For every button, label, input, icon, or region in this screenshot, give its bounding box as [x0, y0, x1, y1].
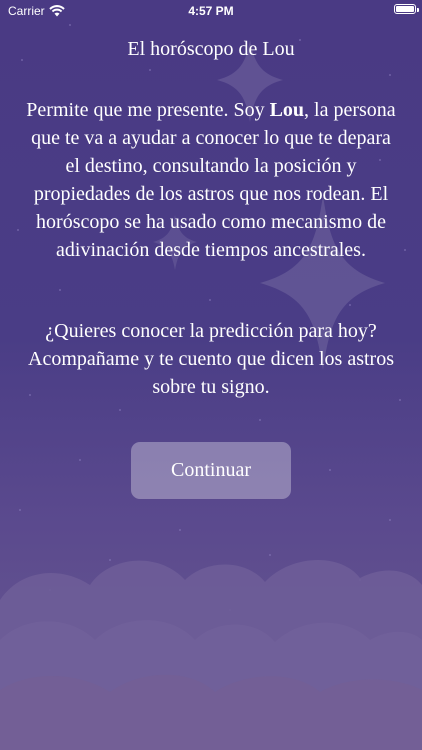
intro-paragraph: Permite que me presente. Soy Lou, la per… [22, 96, 400, 264]
page-title: El horóscopo de Lou [127, 38, 295, 60]
intro-name: Lou [269, 99, 305, 121]
status-time: 4:57 PM [188, 4, 234, 18]
intro-text-after: , la persona que te va a ayudar a conoce… [31, 99, 396, 261]
status-bar: Carrier 4:57 PM [0, 0, 422, 22]
status-right [394, 4, 419, 14]
intro-text-before: Permite que me presente. Soy [26, 99, 270, 121]
question-paragraph: ¿Quieres conocer la predicción para hoy?… [28, 320, 394, 398]
battery-level [396, 6, 414, 12]
continue-button[interactable]: Continuar [131, 442, 291, 499]
battery-icon [394, 4, 419, 14]
